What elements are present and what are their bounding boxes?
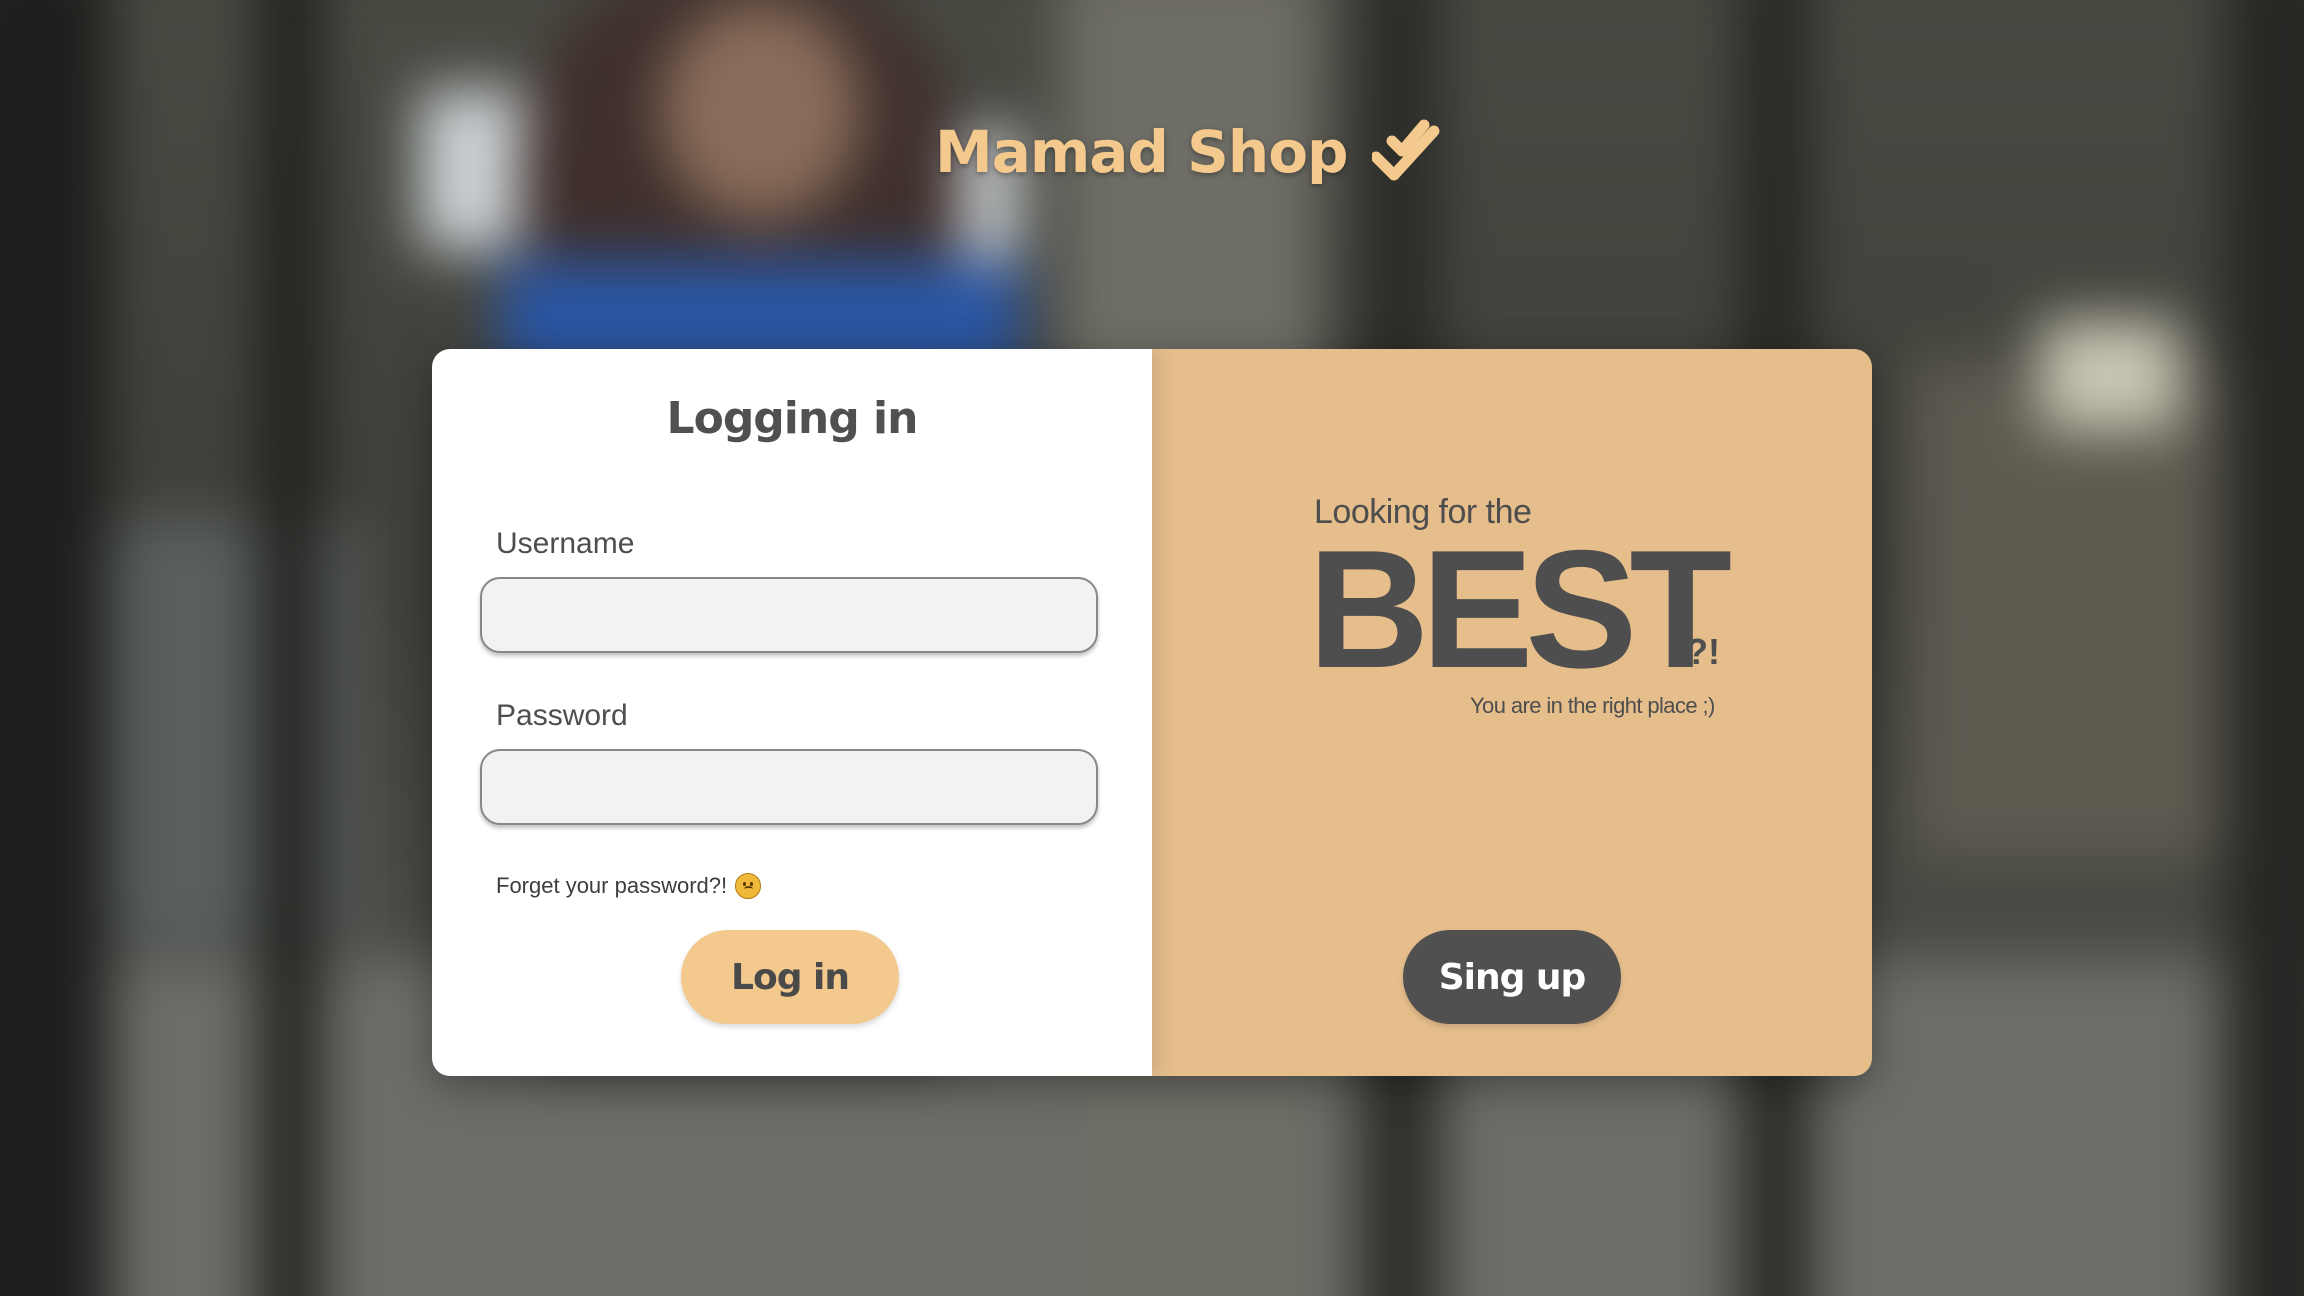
signup-button[interactable]: Sing up xyxy=(1403,930,1621,1024)
password-input[interactable] xyxy=(480,749,1098,825)
login-title: Logging in xyxy=(666,393,919,444)
login-panel: Logging in Username Password Forget your… xyxy=(432,349,1152,1076)
double-check-icon xyxy=(1371,119,1442,185)
page: Mamad Shop Logging in Username Password … xyxy=(0,0,2304,1296)
login-button[interactable]: Log in xyxy=(681,930,899,1024)
signup-panel: Looking for the BEST ?! You are in the r… xyxy=(1152,349,1872,1076)
brand-logo: Mamad Shop xyxy=(935,118,1442,186)
promo-mark: ?! xyxy=(1686,631,1720,672)
auth-card: Logging in Username Password Forget your… xyxy=(432,349,1872,1076)
brand-name: Mamad Shop xyxy=(935,118,1349,186)
forgot-password-link[interactable]: Forget your password?! xyxy=(496,873,762,899)
forgot-password-text: Forget your password?! xyxy=(496,873,728,898)
promo-subline: You are in the right place ;) xyxy=(1470,693,1715,718)
sad-face-emoji-icon xyxy=(735,873,762,899)
promo-headline: BEST xyxy=(1308,515,1732,703)
username-label: Username xyxy=(496,527,635,560)
username-input[interactable] xyxy=(480,577,1098,653)
password-label: Password xyxy=(496,699,628,732)
